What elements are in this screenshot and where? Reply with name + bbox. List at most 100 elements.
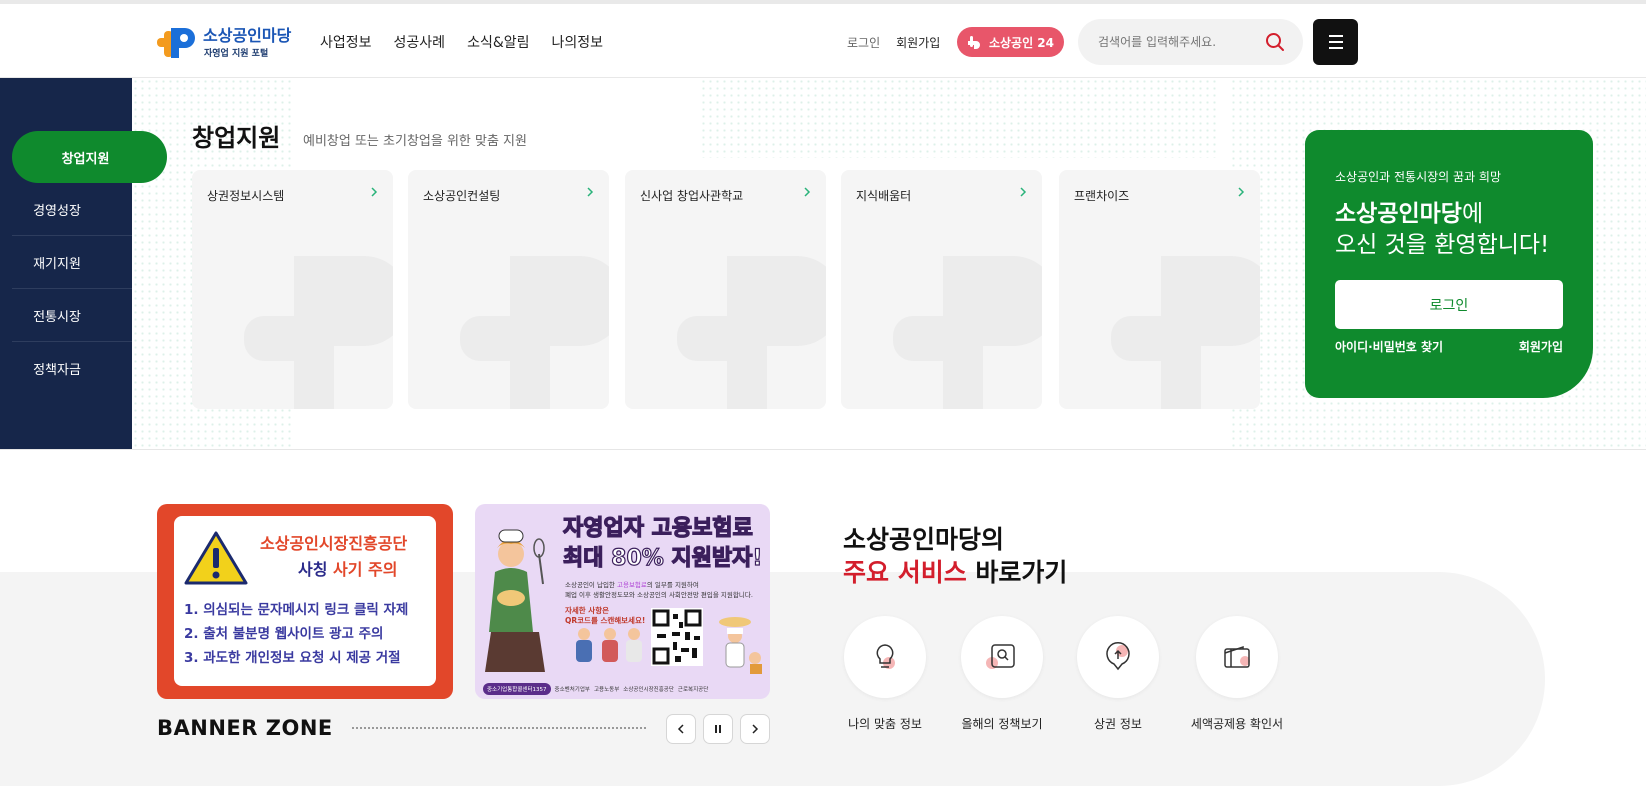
service-icon-circle	[1077, 616, 1159, 698]
banner1-line: 2. 출처 불분명 웹사이트 광고 주의	[184, 626, 384, 642]
service-icon-circle	[961, 616, 1043, 698]
org-name: 근로복지공단	[677, 687, 709, 693]
banner-inner: 소상공인시장진흥공단 사칭 사기 주의 1. 의심되는 문자메시지 링크 클릭 …	[174, 516, 436, 686]
card-watermark	[460, 256, 609, 409]
sidebar-item-policy-fund[interactable]: 정책자금	[12, 342, 132, 395]
find-id-password-link[interactable]: 아이디·비밀번호 찾기	[1335, 338, 1443, 355]
card-label: 상권정보시스템	[207, 189, 285, 203]
chevron-right-icon	[804, 187, 811, 197]
card-watermark	[677, 256, 826, 409]
policy-search-icon	[986, 644, 1015, 669]
service-card[interactable]: 지식배움터	[841, 170, 1042, 409]
nav-item-news[interactable]: 소식&알림	[467, 32, 529, 52]
card-watermark	[893, 256, 1042, 409]
header-join-link[interactable]: 회원가입	[896, 34, 940, 51]
service-label: 상권 정보	[1094, 717, 1142, 731]
qr-code-icon	[651, 608, 703, 666]
banner-next-button[interactable]	[740, 714, 770, 744]
org-name: 소상공인시장진흥공단	[623, 687, 674, 693]
banner2-title-line2: 최대 80% 지원받자!	[562, 545, 763, 571]
warning-icon	[184, 531, 248, 585]
banner-zone-title: BANNER ZONE	[157, 716, 333, 740]
service-card[interactable]: 신사업 창업사관학교	[625, 170, 826, 409]
site-header: 소상공인마당 자영업 지원 포털 사업정보 성공사례 소식&알림 나의정보 로그…	[0, 4, 1646, 78]
card-watermark	[244, 256, 393, 409]
employment-insurance-banner[interactable]: 자영업자 고용보험료 최대 80% 지원받자! 소상공인이 납입한 고용보험료의…	[475, 504, 770, 699]
welcome-subtitle: 소상공인과 전통시장의 꿈과 희망	[1335, 170, 1502, 184]
join-link[interactable]: 회원가입	[1519, 338, 1563, 355]
card-label: 지식배움터	[856, 189, 912, 203]
chef-illustration	[719, 617, 762, 674]
chevron-right-icon	[371, 187, 378, 197]
chevron-right-icon	[1020, 187, 1027, 197]
site-logo[interactable]: 소상공인마당 자영업 지원 포털	[157, 22, 297, 64]
banner1-line: 3. 과도한 개인정보 요청 시 제공 거절	[184, 650, 401, 666]
main-nav: 사업정보 성공사례 소식&알림 나의정보	[320, 32, 603, 52]
banner2-desc-highlight: 고용보험료	[616, 581, 647, 589]
services-title-rest: 바로가기	[966, 558, 1068, 587]
service-label: 세액공제용 확인서	[1190, 717, 1284, 731]
utility-links: 로그인 회원가입	[847, 34, 940, 51]
chevron-right-icon	[587, 187, 594, 197]
lightbulb-icon	[876, 644, 895, 669]
search-box	[1078, 19, 1303, 65]
banner2-desc-b: 의 일부를 지원하여	[646, 581, 699, 589]
welcome-heading-line2: 오신 것을 환영합니다!	[1335, 232, 1550, 258]
service-icon-circle	[1196, 616, 1278, 698]
welcome-heading-line1: 소상공인마당에	[1335, 194, 1483, 228]
service-card[interactable]: 프랜차이즈	[1059, 170, 1260, 409]
banner1-title: 소상공인시장진흥공단	[260, 534, 408, 553]
p-logo-icon	[967, 36, 980, 49]
card-watermark	[1111, 256, 1260, 409]
card-label: 프랜차이즈	[1074, 189, 1130, 203]
card-label: 신사업 창업사관학교	[640, 189, 744, 203]
card-label: 소상공인컨설팅	[423, 189, 501, 203]
section-subtitle: 예비창업 또는 초기창업을 위한 맞춤 지원	[303, 134, 527, 149]
fraud-warning-banner[interactable]: 소상공인시장진흥공단 사칭 사기 주의 1. 의심되는 문자메시지 링크 클릭 …	[157, 504, 453, 699]
chevron-right-icon	[752, 724, 759, 734]
welcome-login-panel: 소상공인과 전통시장의 꿈과 희망 소상공인마당에 오신 것을 환영합니다! 로…	[1305, 130, 1593, 398]
header-login-link[interactable]: 로그인	[847, 34, 880, 51]
banner2-qr-text1: 자세한 사항은	[565, 606, 610, 615]
sosanggongin24-button[interactable]: 소상공인 24	[957, 27, 1064, 57]
service-label: 올해의 정책보기	[961, 717, 1043, 731]
banner2-desc-2: 폐업 이후 생활안정도모와 소상공인의 사회안전망 편입을 지원합니다.	[565, 591, 753, 599]
banner2-desc-a: 소상공인이 납입한	[565, 581, 617, 589]
chevron-right-icon	[1238, 187, 1245, 197]
banner2-footer: 중소기업통합콜센터1357 중소벤처기업부 고용노동부 소상공인시장진흥공단 근…	[475, 679, 770, 699]
welcome-brand: 소상공인마당	[1335, 201, 1462, 227]
sidebar-item-growth[interactable]: 경영성장	[12, 183, 132, 236]
service-icon-circle	[844, 616, 926, 698]
services-title-line2: 주요 서비스 바로가기	[843, 553, 1067, 589]
wallet-icon	[1224, 645, 1250, 668]
nav-item-my-info[interactable]: 나의정보	[552, 32, 604, 52]
login-button[interactable]: 로그인	[1335, 280, 1563, 329]
banner1-subtitle-a: 사칭	[298, 560, 334, 579]
workers-illustration	[576, 628, 642, 662]
nav-item-success-stories[interactable]: 성공사례	[394, 32, 446, 52]
sosanggongin24-label: 소상공인 24	[988, 35, 1055, 50]
banner2-title-line1: 자영업자 고용보험료	[562, 515, 753, 541]
hamburger-line	[1328, 41, 1343, 43]
sidebar-item-traditional-market[interactable]: 전통시장	[12, 289, 132, 342]
banner-prev-button[interactable]	[666, 714, 696, 744]
service-label: 나의 맞춤 정보	[848, 717, 922, 731]
banner1-subtitle: 사칭 사기 주의	[298, 556, 397, 580]
services-title-highlight: 주요 서비스	[843, 558, 967, 587]
sidebar-item-restart[interactable]: 재기지원	[12, 236, 132, 289]
banner2-description: 소상공인이 납입한 고용보험료의 일부를 지원하여폐업 이후 생활안정도모와 소…	[565, 580, 765, 600]
banner-zone-divider	[352, 727, 646, 729]
location-pin-icon	[1106, 642, 1130, 671]
dot-pattern	[700, 78, 1220, 158]
org-name: 고용노동부	[593, 687, 620, 693]
hamburger-line	[1328, 47, 1343, 49]
search-input[interactable]	[1098, 32, 1258, 52]
nav-item-business-info[interactable]: 사업정보	[320, 32, 372, 52]
sidebar-item-startup-active[interactable]: 창업지원	[12, 131, 167, 183]
service-card[interactable]: 소상공인컨설팅	[408, 170, 609, 409]
service-card[interactable]: 상권정보시스템	[192, 170, 393, 409]
logo-mark-icon	[157, 28, 195, 58]
search-icon[interactable]	[1264, 31, 1286, 53]
banner-pause-button[interactable]	[703, 714, 733, 744]
hamburger-menu-button[interactable]	[1313, 19, 1358, 65]
